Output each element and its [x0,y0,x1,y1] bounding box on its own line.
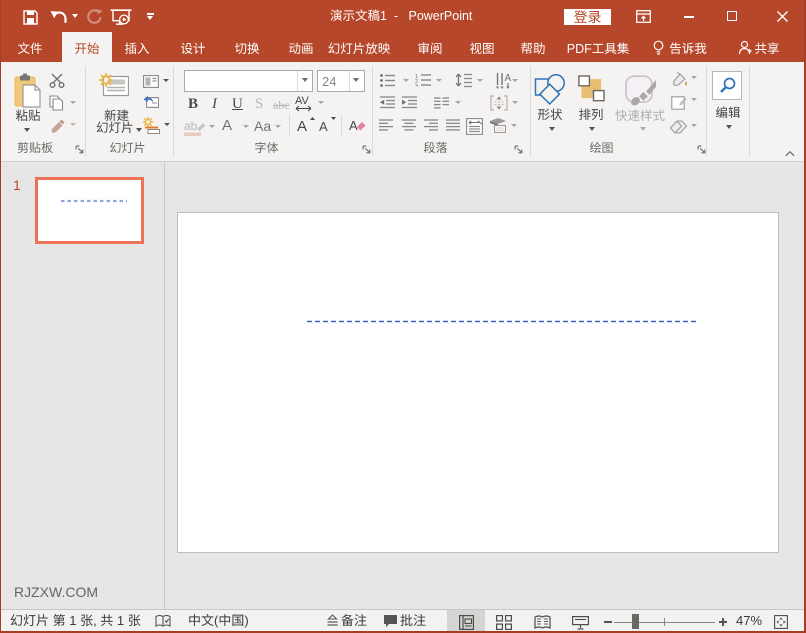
svg-text:ab: ab [184,119,198,133]
svg-text:A: A [505,73,512,84]
svg-text:AV: AV [295,95,310,107]
svg-text:A: A [297,118,307,134]
svg-text:A: A [349,118,358,133]
svg-text:A: A [319,119,328,134]
svg-text:3: 3 [415,84,418,87]
